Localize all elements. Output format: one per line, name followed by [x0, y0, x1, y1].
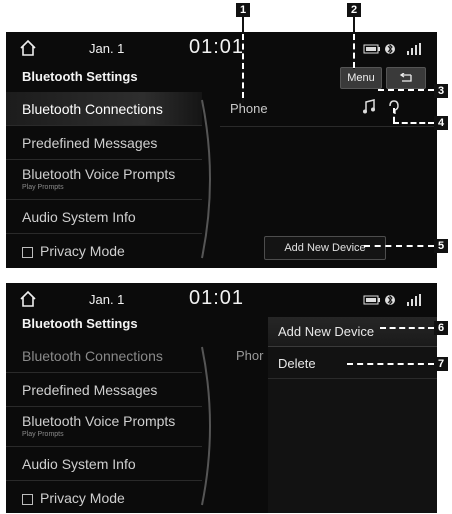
status-icons: [363, 43, 421, 55]
list-divider-arc: [201, 99, 211, 259]
status-icons: [363, 294, 421, 306]
device-panel: Phone Add New Device: [220, 92, 437, 268]
menu-item-label: Bluetooth Connections: [22, 348, 163, 364]
callout-3-leader: [378, 89, 434, 91]
device-name: Phone: [230, 101, 268, 116]
menu-item-label: Predefined Messages: [22, 382, 158, 398]
menu-item-label: Audio System Info: [22, 209, 136, 225]
popup-item-add-new-device[interactable]: Add New Device: [268, 317, 437, 347]
privacy-mode-checkbox[interactable]: [22, 493, 33, 505]
signal-icon: [407, 43, 421, 55]
menu-item-audio-system-info[interactable]: Audio System Info: [6, 200, 202, 234]
settings-menu: Bluetooth Connections Predefined Message…: [6, 339, 202, 513]
status-date: Jan. 1: [89, 292, 125, 307]
callout-7: 7: [434, 357, 448, 371]
menu-item-voice-prompts[interactable]: Bluetooth Voice Prompts Play Prompts: [6, 160, 202, 200]
callout-3: 3: [434, 84, 448, 98]
menu-button[interactable]: Menu: [340, 67, 382, 89]
context-menu-popup: Add New Device Delete: [268, 317, 437, 513]
callout-5: 5: [434, 239, 448, 253]
bluetooth-icon: [385, 294, 395, 306]
menu-item-label: Predefined Messages: [22, 135, 158, 151]
home-icon[interactable]: [18, 38, 38, 58]
callout-5-leader: [364, 245, 434, 247]
menu-item-predefined-messages[interactable]: Predefined Messages: [6, 126, 202, 160]
menu-item-label: Privacy Mode: [40, 490, 125, 506]
callout-1-leader-dash: [242, 34, 244, 98]
menu-item-privacy-mode[interactable]: Privacy Mode: [6, 481, 202, 513]
menu-item-predefined-messages[interactable]: Predefined Messages: [6, 373, 202, 407]
back-icon: [399, 72, 412, 82]
screen-bluetooth-settings: Jan. 1 01:01 Bluetooth Settings Menu Blu…: [6, 32, 437, 268]
callout-6-leader: [380, 327, 434, 329]
page-title: Bluetooth Settings: [22, 69, 138, 84]
back-button[interactable]: [386, 67, 426, 89]
menu-item-label: Bluetooth Voice Prompts: [22, 413, 176, 429]
privacy-mode-checkbox[interactable]: [22, 246, 33, 258]
signal-icon: [407, 294, 421, 306]
status-time: 01:01: [189, 36, 245, 58]
callout-2: 2: [347, 3, 361, 17]
status-bar: Jan. 1 01:01: [6, 283, 437, 317]
callout-6: 6: [434, 321, 448, 335]
callout-1: 1: [236, 3, 250, 17]
callout-4-leader-vert: [393, 108, 395, 122]
menu-item-label: Bluetooth Connections: [22, 101, 163, 117]
menu-item-audio-system-info[interactable]: Audio System Info: [6, 447, 202, 481]
page-title: Bluetooth Settings: [22, 316, 138, 331]
callout-4: 4: [434, 116, 448, 130]
status-time: 01:01: [189, 287, 245, 309]
home-icon[interactable]: [18, 289, 38, 309]
add-new-device-button[interactable]: Add New Device: [264, 236, 386, 260]
status-date: Jan. 1: [89, 41, 125, 56]
menu-item-privacy-mode[interactable]: Privacy Mode: [6, 234, 202, 268]
battery-icon: [363, 295, 380, 305]
callout-2-leader-dash: [353, 34, 355, 68]
menu-item-label: Audio System Info: [22, 456, 136, 472]
callout-4-leader: [393, 122, 434, 124]
menu-item-sublabel: Play Prompts: [22, 431, 64, 438]
battery-icon: [363, 44, 380, 54]
menu-item-bluetooth-connections[interactable]: Bluetooth Connections: [6, 339, 202, 373]
settings-menu: Bluetooth Connections Predefined Message…: [6, 92, 202, 268]
screen-bluetooth-settings-menu-open: Jan. 1 01:01 Bluetooth Settings Bluetoot…: [6, 283, 437, 513]
title-bar: Bluetooth Settings Menu: [6, 66, 437, 90]
menu-item-label: Bluetooth Voice Prompts: [22, 166, 176, 182]
device-name-partial: Phor: [236, 348, 264, 363]
callout-7-leader: [347, 363, 434, 365]
menu-item-sublabel: Play Prompts: [22, 184, 64, 191]
menu-item-voice-prompts[interactable]: Bluetooth Voice Prompts Play Prompts: [6, 407, 202, 447]
list-divider-arc: [201, 346, 211, 506]
bluetooth-icon: [385, 43, 395, 55]
status-bar: Jan. 1 01:01: [6, 32, 437, 66]
music-icon: [363, 99, 375, 114]
menu-item-label: Privacy Mode: [40, 243, 125, 259]
menu-item-bluetooth-connections[interactable]: Bluetooth Connections: [6, 92, 202, 126]
